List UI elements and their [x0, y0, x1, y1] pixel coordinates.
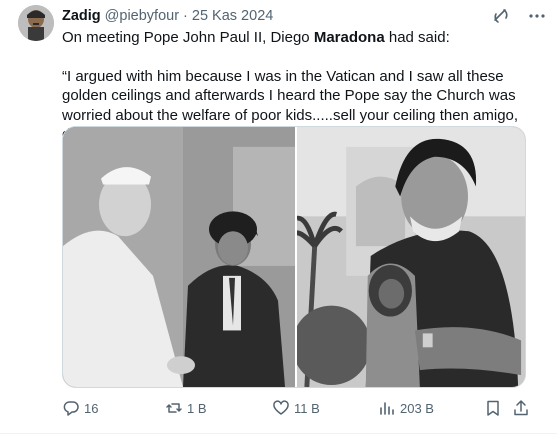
intro-suffix: had said:	[384, 29, 450, 46]
tweet-intro: On meeting Pope John Paul II, Diego Mara…	[62, 28, 532, 48]
like-count: 11 B	[294, 400, 320, 416]
photo-pope-meeting[interactable]	[63, 127, 295, 387]
share-button[interactable]	[512, 397, 530, 419]
bookmark-button[interactable]	[484, 397, 502, 419]
more-icon[interactable]	[527, 6, 547, 26]
like-button[interactable]: 11 B	[272, 397, 320, 419]
reply-button[interactable]: 16	[62, 397, 98, 419]
tweet-media[interactable]	[62, 126, 526, 388]
photo-maradona-tattoo[interactable]	[297, 127, 525, 387]
bookmark-icon	[487, 400, 499, 416]
tweet-actions: 16 1 B 11 B 203 B	[62, 397, 530, 419]
repost-count: 1 B	[187, 400, 207, 416]
views-icon	[380, 402, 394, 415]
separator-dot: ·	[183, 8, 188, 24]
author-name[interactable]: Zadig	[62, 8, 101, 24]
views-count: 203 B	[400, 400, 434, 416]
grok-icon[interactable]	[491, 6, 511, 26]
reply-icon	[63, 401, 79, 416]
avatar[interactable]	[18, 5, 54, 41]
author-handle[interactable]: @piebyfour	[105, 8, 179, 24]
header-actions	[491, 6, 547, 26]
intro-bold: Maradona	[313, 29, 385, 46]
intro-text: On meeting Pope John Paul II, Diego	[62, 29, 314, 46]
heart-icon	[273, 400, 289, 415]
tweet-date[interactable]: 25 Kas 2024	[192, 8, 273, 24]
views-button[interactable]: 203 B	[378, 397, 434, 419]
reply-count: 16	[84, 400, 99, 416]
share-icon	[514, 400, 528, 416]
repost-icon	[166, 403, 182, 413]
tweet-header: Zadig @piebyfour · 25 Kas 2024	[62, 6, 547, 26]
repost-button[interactable]: 1 B	[165, 397, 207, 419]
tweet[interactable]: Zadig @piebyfour · 25 Kas 2024 On meetin…	[0, 0, 557, 434]
